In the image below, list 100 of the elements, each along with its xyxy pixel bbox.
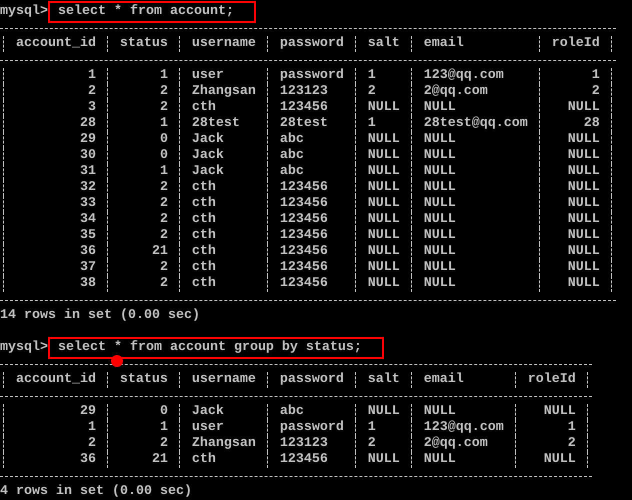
table-cell-text: 1 [366,116,377,132]
table-cell-text: 2 [366,84,377,100]
table-cell-text: NULL [566,260,601,276]
table-cell-text: Jack [190,148,225,164]
table-cell-text: NULL [422,276,457,292]
table-cell-text: 123456 [278,100,329,116]
table-cell-text: 35 [78,228,97,244]
table-cell-text: NULL [422,212,457,228]
table-cell-text: password [278,420,345,436]
table-cell-text: NULL [422,404,457,420]
table-cell-text: cth [190,212,217,228]
prompt: mysql> [0,340,48,356]
table-cell-text: 1 [366,68,377,84]
table-cell-text: 1 [590,68,601,84]
column-header: status [118,36,169,52]
table-cell-text: NULL [366,452,401,468]
table-cell-text: NULL [566,164,601,180]
table-cell-text: NULL [566,228,601,244]
table-cell-text: NULL [366,260,401,276]
table-cell-text: cth [190,260,217,276]
table-cell-text: 0 [158,404,169,420]
table-cell-text: NULL [422,148,457,164]
table-cell-text: NULL [366,148,401,164]
table-cell-text: 0 [158,132,169,148]
table-cell-text: cth [190,452,217,468]
table-cell-text: abc [278,148,305,164]
table-cell-text: 2 [158,180,169,196]
table-cell-text: 123456 [278,212,329,228]
table-cell-text: Zhangsan [190,436,257,452]
table-cell-text: NULL [366,100,401,116]
table-cell-text: 123456 [278,452,329,468]
table-cell-text: 2 [158,84,169,100]
table-cell-text: 28 [78,116,97,132]
table-cell-text: abc [278,164,305,180]
table-cell-text: 2 [158,260,169,276]
table-cell-text: 31 [78,164,97,180]
table-cell-text: 123123 [278,84,329,100]
table-cell-text: 1 [158,116,169,132]
column-header: account_id [14,36,97,52]
table-cell-text: NULL [366,228,401,244]
table-cell-text: NULL [422,244,457,260]
prompt: mysql> [0,4,48,20]
table-cell-text: 3 [86,100,97,116]
table-cell-text: 1 [86,68,97,84]
table-cell-text: 123456 [278,260,329,276]
table-cell-text: 2 [158,228,169,244]
table-cell-text: cth [190,228,217,244]
table-cell-text: NULL [566,180,601,196]
table-cell-text: NULL [366,404,401,420]
column-header: password [278,36,345,52]
table-cell-text: 32 [78,180,97,196]
table-cell-text: NULL [566,244,601,260]
column-header: salt [366,36,401,52]
table-cell-text: 2 [366,436,377,452]
table-cell-text: 2 [86,84,97,100]
table-cell-text: Jack [190,164,225,180]
table-cell-text: 123456 [278,228,329,244]
table-cell-text: Jack [190,404,225,420]
table-cell-text: 2 [158,100,169,116]
table-cell-text: 29 [78,404,97,420]
table-cell-text: cth [190,196,217,212]
table-cell-text: NULL [566,132,601,148]
table-cell-text: 123456 [278,244,329,260]
table-cell-text: 123@qq.com [422,420,505,436]
table-cell-text: 1 [86,420,97,436]
table-cell-text: 28test@qq.com [422,116,529,132]
table-cell-text: 0 [158,148,169,164]
table-cell-text: 1 [158,164,169,180]
table-cell-text: NULL [566,100,601,116]
column-header: username [190,372,257,388]
table-cell-text: 123@qq.com [422,68,505,84]
table-cell-text: NULL [422,196,457,212]
table-cell-text: 123456 [278,276,329,292]
column-header: roleId [550,36,601,52]
table-cell-text: 2@qq.com [422,84,489,100]
table-cell-text: 38 [78,276,97,292]
column-header: salt [366,372,401,388]
column-header: username [190,36,257,52]
table-cell-text: 2 [86,436,97,452]
table-cell-text: Zhangsan [190,84,257,100]
table-cell-text: 2 [590,84,601,100]
table-cell-text: 123456 [278,196,329,212]
column-header: email [422,372,465,388]
table-cell-text: NULL [366,212,401,228]
table-cell-text: 2 [158,436,169,452]
table-cell-text: 2 [158,276,169,292]
table-cell-text: 21 [150,244,169,260]
table-cell-text: 28test [278,116,329,132]
table-cell-text: 1 [158,420,169,436]
table-cell-text: NULL [422,228,457,244]
table-cell-text: cth [190,100,217,116]
table-cell-text: NULL [366,180,401,196]
table-cell-text: 2 [158,196,169,212]
table-cell-text: 123456 [278,180,329,196]
table-cell-text: NULL [566,212,601,228]
table-cell-text: 2@qq.com [422,436,489,452]
query-text: select * from account; [48,1,256,23]
table-cell-text: 30 [78,148,97,164]
table-cell-text: NULL [566,196,601,212]
table-cell-text: NULL [366,132,401,148]
